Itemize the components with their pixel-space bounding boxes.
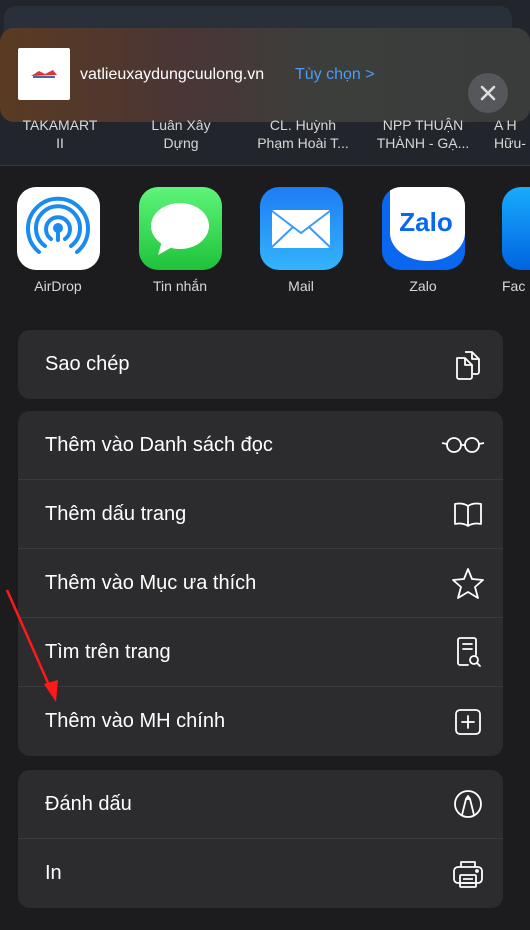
- app-zalo[interactable]: Zalo Zalo: [373, 187, 473, 294]
- action-label: Thêm dấu trang: [45, 502, 187, 525]
- contact-name: THÀNH - GẠ...: [376, 135, 470, 151]
- contact-item[interactable]: CL. Huỳnh Phạm Hoài T...: [243, 116, 363, 152]
- divider: [0, 165, 530, 166]
- add-to-favorites-action[interactable]: Thêm vào Mục ưa thích: [18, 549, 503, 618]
- copy-icon: [456, 350, 480, 380]
- add-to-reading-list-action[interactable]: Thêm vào Danh sách đọc: [18, 411, 503, 480]
- site-logo: [18, 48, 70, 100]
- markup-action[interactable]: Đánh dấu: [18, 770, 503, 839]
- action-group-main: Thêm vào Danh sách đọc Thêm dấu trang Th…: [18, 411, 503, 756]
- action-label: Thêm vào Danh sách đọc: [45, 433, 273, 456]
- contact-item[interactable]: Luân Xây Dựng: [121, 116, 241, 152]
- action-label: Thêm vào Mục ưa thích: [45, 571, 257, 594]
- action-group-copy: Sao chép: [18, 330, 503, 399]
- app-label: AirDrop: [34, 278, 82, 294]
- contact-name: Phạm Hoài T...: [257, 135, 349, 151]
- print-action[interactable]: In: [18, 839, 503, 908]
- action-group-extra: Đánh dấu In: [18, 770, 503, 908]
- zalo-icon: Zalo: [381, 187, 465, 270]
- copy-action[interactable]: Sao chép: [18, 330, 503, 399]
- contact-name: II: [56, 135, 64, 151]
- contact-item[interactable]: TAKAMART II: [0, 116, 120, 152]
- add-to-home-screen-action[interactable]: Thêm vào MH chính: [18, 687, 503, 756]
- messages-icon: [138, 187, 222, 270]
- contact-name: Luân Xây: [151, 117, 211, 133]
- glasses-icon: [441, 437, 485, 453]
- action-label: Đánh dấu: [45, 792, 132, 815]
- printer-icon: [453, 860, 483, 888]
- add-bookmark-action[interactable]: Thêm dấu trang: [18, 480, 503, 549]
- contact-name: A H: [494, 117, 517, 133]
- action-label: In: [45, 862, 62, 884]
- zalo-logo-text: Zalo: [399, 207, 453, 237]
- contact-item[interactable]: A H Hữu-: [494, 116, 530, 152]
- action-label: Sao chép: [45, 353, 130, 375]
- app-facebook[interactable]: Fac: [494, 187, 530, 294]
- app-label: Fac: [502, 278, 526, 294]
- find-on-page-action[interactable]: Tìm trên trang: [18, 618, 503, 687]
- airdrop-icon: [16, 187, 100, 270]
- action-label: Thêm vào MH chính: [45, 710, 226, 732]
- close-button[interactable]: [468, 73, 508, 113]
- app-messages[interactable]: Tin nhắn: [130, 187, 230, 294]
- app-mail[interactable]: Mail: [251, 187, 351, 294]
- annotation-arrow: [5, 589, 58, 702]
- app-label: Zalo: [409, 278, 437, 294]
- options-link[interactable]: Tùy chọn >: [295, 66, 375, 84]
- contact-item[interactable]: NPP THUẬN THÀNH - GẠ...: [363, 116, 483, 152]
- app-label: Mail: [288, 278, 314, 294]
- options-label: Tùy chọn: [295, 66, 361, 83]
- close-icon: [480, 85, 496, 101]
- book-icon: [454, 502, 482, 527]
- share-header: vatlieuxaydungcuulong.vn Tùy chọn >: [0, 28, 530, 122]
- site-name: vatlieuxaydungcuulong.vn: [80, 66, 265, 83]
- contacts-row: TAKAMART II Luân Xây Dựng CL. Huỳnh Phạm Ho…: [0, 116, 530, 160]
- facebook-icon: [502, 187, 530, 270]
- star-icon: [452, 568, 484, 599]
- find-on-page-icon: [457, 637, 481, 667]
- app-airdrop[interactable]: AirDrop: [8, 187, 108, 294]
- add-square-icon: [455, 708, 481, 735]
- markup-icon: [454, 790, 482, 818]
- contact-name: TAKAMART: [22, 117, 98, 133]
- contact-name: NPP THUẬN: [382, 117, 464, 133]
- chevron-right-icon: >: [365, 66, 375, 83]
- contact-name: Hữu-: [494, 135, 526, 151]
- mail-icon: [259, 187, 343, 270]
- contact-name: Dựng: [163, 135, 199, 151]
- contact-name: CL. Huỳnh: [269, 117, 337, 133]
- app-label: Tin nhắn: [153, 278, 207, 294]
